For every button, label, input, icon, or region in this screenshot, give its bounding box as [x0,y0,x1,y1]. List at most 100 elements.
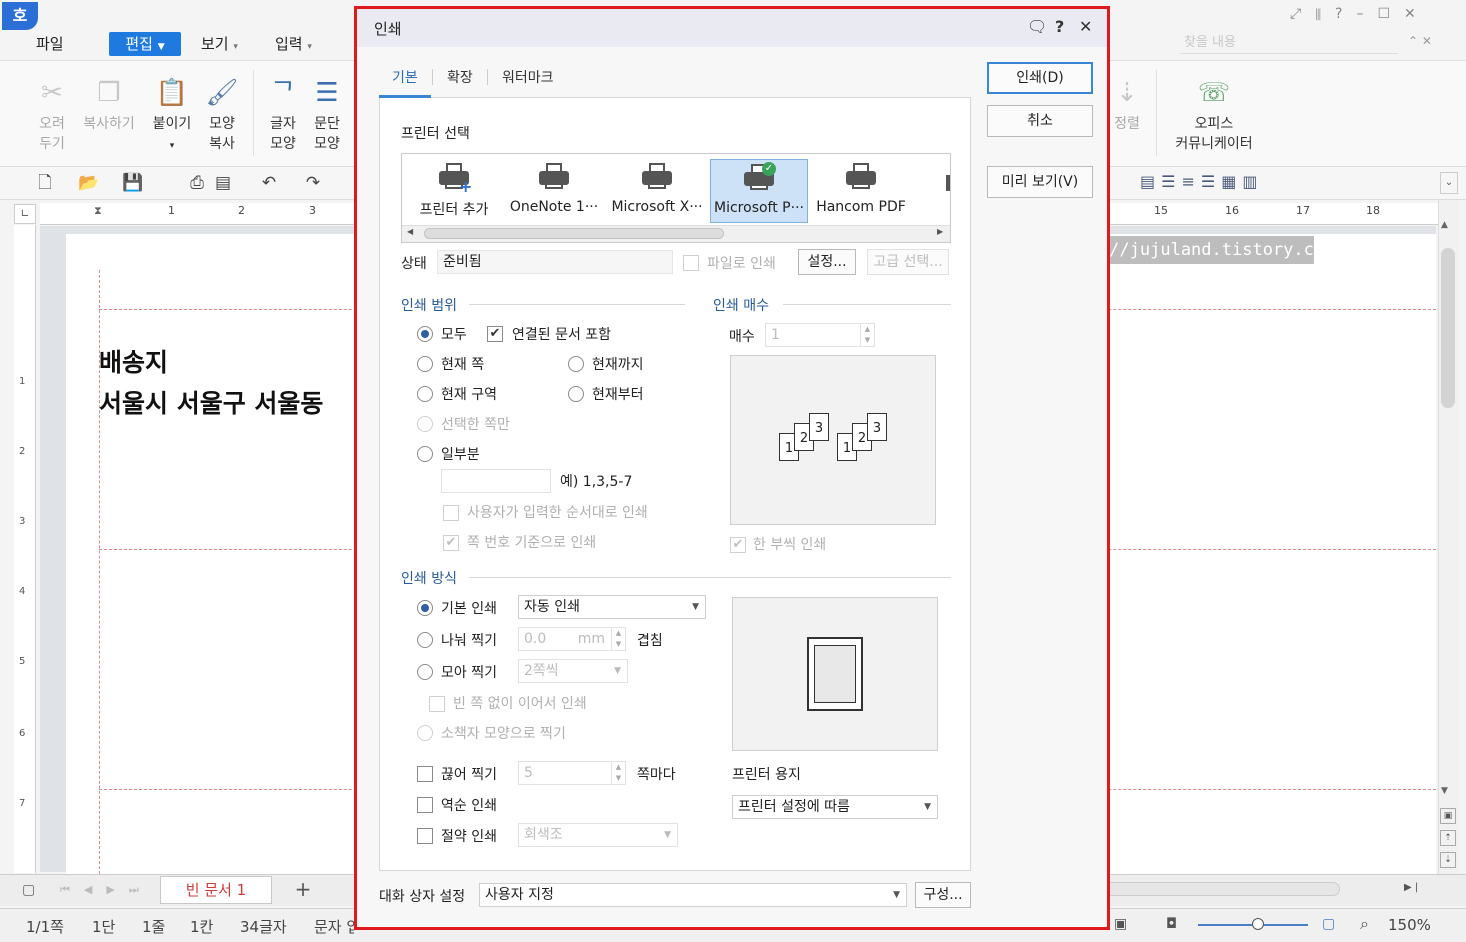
distribute-align-icon[interactable]: ▦ [1221,172,1242,191]
zoom-icon[interactable]: ⌕ [1360,914,1369,934]
scroll-left-icon[interactable]: ◀ [407,227,413,236]
para-shape-button[interactable]: ☰ 문단 모양 [306,76,348,154]
partial-pages-input[interactable] [441,469,551,493]
dialog-setting-select[interactable]: 사용자 지정 ▼ [479,883,907,907]
print-to-file-checkbox[interactable] [683,255,699,271]
method-basic-select[interactable]: 자동 인쇄 ▼ [518,595,706,619]
preview-button[interactable]: 미리 보기(V) [987,166,1093,198]
saving-print-checkbox[interactable] [417,828,433,844]
new-document-icon[interactable]: 🗋 [34,172,56,194]
range-all-radio[interactable] [417,326,433,342]
search-input[interactable]: 찾을 내용 [1180,32,1398,54]
voice-icon[interactable]: ⦀ [1315,6,1335,22]
next-page-icon[interactable]: ⇣ [1440,852,1456,868]
break-pages-input[interactable]: 5 ▲ ▼ [518,761,626,785]
document-text-line[interactable]: 배송지 [99,343,168,379]
menu-insert[interactable]: 입력 ▾ [275,32,312,56]
collate-checkbox[interactable]: ✔ [730,537,746,553]
print-icon[interactable]: ⎙ [186,172,208,194]
saving-mode-select[interactable]: 회색조 ▼ [518,823,678,847]
range-current-section-radio[interactable] [417,386,433,402]
horizontal-scroll-thumb[interactable] [1070,882,1340,896]
printer-list-scroll-thumb[interactable] [424,228,724,239]
scroll-right-icon[interactable]: ▶ [937,227,943,236]
split-width-input[interactable]: 0.0 mm ▲ ▼ [518,627,626,651]
range-partial-radio[interactable] [417,446,433,462]
range-selected-pages-radio[interactable] [417,416,433,432]
scroll-right-icon[interactable]: ▶ | [1404,882,1418,893]
preview-icon[interactable]: ▤ [212,172,234,194]
redo-icon[interactable]: ↷ [302,172,324,194]
copies-input[interactable]: 1 ▲ ▼ [765,323,875,347]
paste-button[interactable]: 📋 붙이기 ▾ [148,76,196,156]
layout-icon[interactable]: ▢ [22,882,35,898]
print-button[interactable]: 인쇄(D) [987,62,1093,94]
spinner-icon[interactable]: ▲ ▼ [611,762,625,784]
method-basic-radio[interactable] [417,600,433,616]
tab-watermark[interactable]: 워터마크 [502,67,554,87]
method-split-radio[interactable] [417,632,433,648]
maximize-icon[interactable]: ☐ [1377,6,1404,22]
range-from-current-radio[interactable] [568,386,584,402]
tab-navigation[interactable]: ⏮◀▶⏭ [60,883,153,897]
tab-extended[interactable]: 확장 [447,67,473,87]
gather-select[interactable]: 2쪽씩 ▼ [518,659,628,683]
range-current-page-radio[interactable] [417,356,433,372]
settings-button[interactable]: 설정... [798,249,856,275]
page-mode-icon[interactable]: ▣ [1440,808,1456,824]
office-communicator-button[interactable]: ☏ 오피스 커뮤니케이터 [1166,76,1262,154]
zoom-slider-handle[interactable] [1252,918,1264,930]
center-align-icon[interactable]: ≡ [1181,172,1200,191]
document-text-line[interactable]: 서울시 서울구 서울동 [99,384,323,420]
printer-onenote[interactable]: OneNote 1··· [505,159,603,223]
menu-file[interactable]: 파일 [36,32,64,56]
dialog-close-icon[interactable]: ✕ [1079,17,1092,36]
method-gather-radio[interactable] [417,664,433,680]
scroll-down-icon[interactable]: ▼ [1441,786,1448,796]
spinner-icon[interactable]: ▲ ▼ [860,324,874,346]
copy-button[interactable]: ❐ 복사하기 [78,76,140,134]
tab-document-1[interactable]: 빈 문서 1 [160,876,272,904]
toolbar-expand-icon[interactable]: ⌄ [1440,172,1458,194]
indent-marker-icon[interactable]: ⧗ [94,204,102,218]
printer-microsoft-xps[interactable]: Microsoft X··· [608,159,706,223]
minimize-icon[interactable]: – [1356,6,1377,22]
justify-align-icon[interactable]: ▤ [1140,172,1161,191]
advanced-select-button[interactable]: 고급 선택... [867,249,949,275]
range-to-current-radio[interactable] [568,356,584,372]
printer-add[interactable]: + 프린터 추가 [405,159,503,223]
page-number-order-checkbox[interactable]: ✔ [443,535,459,551]
view-mode-icon[interactable]: ▣ [1114,916,1127,932]
printer-hancom-pdf[interactable]: Hancom PDF [812,159,910,223]
cut-button[interactable]: ✂ 오려 두기 [30,76,74,154]
prev-page-icon[interactable]: ⇡ [1440,830,1456,846]
vertical-ruler[interactable] [14,225,36,873]
menu-edit[interactable]: 편집 ▼ [109,32,181,56]
add-tab-button[interactable]: + [278,876,328,904]
fullscreen-icon[interactable]: ⤢ [1290,6,1315,22]
split-align-icon[interactable]: ▥ [1242,172,1263,191]
zoom-fit-icon[interactable]: ▢ [1322,916,1335,932]
dialog-options-icon[interactable]: 🗨 [1027,17,1047,36]
ribbon-collapse-icon[interactable]: ⌃ ✕ [1408,34,1432,48]
align-button[interactable]: ⇣ 정렬 [1108,76,1146,134]
help-icon[interactable]: ? [1335,6,1356,22]
spinner-icon[interactable]: ▲ ▼ [611,628,625,650]
scroll-up-icon[interactable]: ▲ [1441,220,1448,230]
printer-microsoft-pdf[interactable]: ✓ Microsoft P··· [710,159,808,223]
menu-view[interactable]: 보기 ▾ [201,32,238,56]
configure-button[interactable]: 구성... [915,882,971,908]
close-window-icon[interactable]: ✕ [1404,6,1430,22]
cancel-button[interactable]: 취소 [987,105,1093,137]
booklet-radio[interactable] [417,725,433,741]
undo-icon[interactable]: ↶ [258,172,280,194]
left-align-icon[interactable]: ☰ [1161,172,1181,191]
user-order-checkbox[interactable] [443,505,459,521]
vertical-scroll-thumb[interactable] [1441,248,1455,408]
tab-stop-icon[interactable]: ∟ [14,204,36,224]
fit-page-icon[interactable]: ◘ [1166,916,1177,932]
no-blank-checkbox[interactable] [429,696,445,712]
char-shape-button[interactable]: ᄀ 글자 모양 [262,76,304,154]
right-align-icon[interactable]: ☰ [1201,172,1221,191]
save-icon[interactable]: 💾 [122,172,144,194]
